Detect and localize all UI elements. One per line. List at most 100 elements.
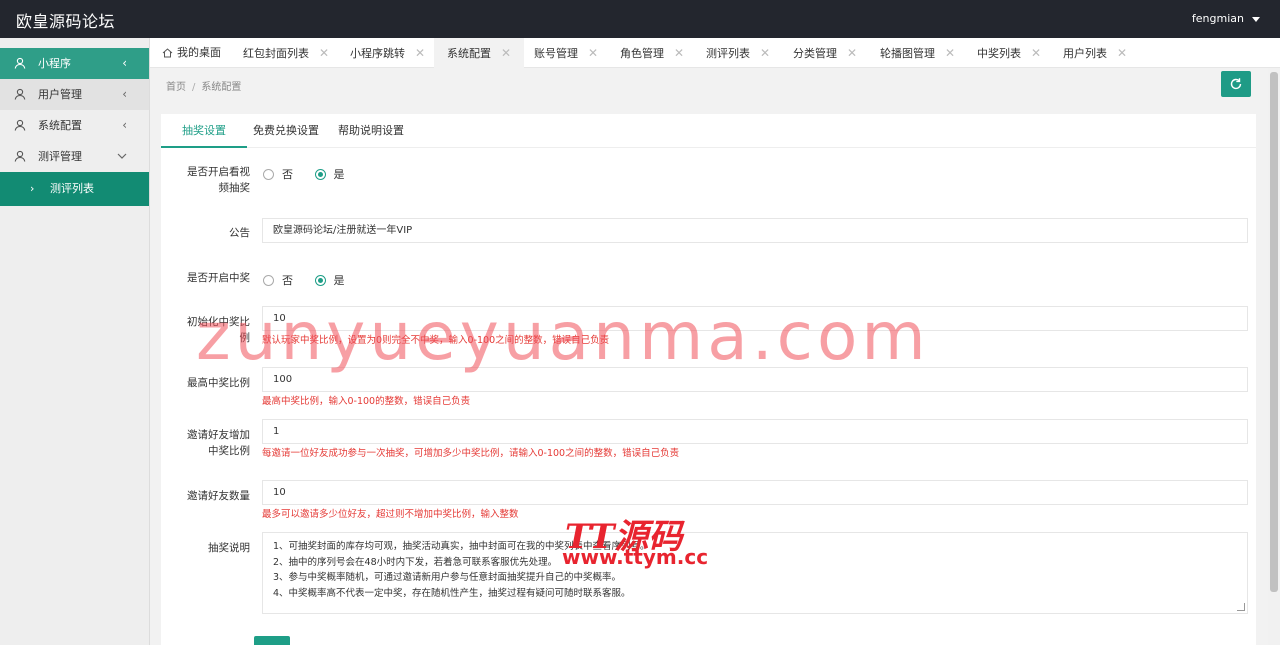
refresh-button[interactable] <box>1221 71 1251 97</box>
sidebar-item-label: 小程序 <box>38 57 71 70</box>
tab-label: 轮播图管理 <box>880 47 935 60</box>
breadcrumb-home[interactable]: 首页 <box>166 82 186 93</box>
close-icon[interactable]: ✕ <box>415 46 425 60</box>
top-header: 欧皇源码论坛 fengmian <box>0 0 1280 38</box>
radio-label: 是 <box>333 274 345 287</box>
breadcrumb-separator: / <box>192 82 196 93</box>
card-tabs: 抽奖设置 免费兑换设置 帮助说明设置 <box>161 114 1256 148</box>
description-textarea[interactable]: 1、可抽奖封面的库存均可观，抽奖活动真实，抽中封面可在我的中奖列表中查看序列号。… <box>262 532 1248 614</box>
invite-count-label: 邀请好友数量 <box>187 490 250 502</box>
radio-no[interactable]: 否 <box>263 166 293 182</box>
tab-role-management[interactable]: 角色管理 ✕ <box>620 38 684 68</box>
tab-label: 中奖列表 <box>977 47 1021 60</box>
description-label: 抽奖说明 <box>208 542 250 554</box>
tab-desktop[interactable]: 我的桌面 <box>162 38 221 68</box>
radio-circle[interactable] <box>263 169 274 180</box>
chevron-right-icon: › <box>30 182 35 195</box>
tab-label: 用户列表 <box>1063 47 1107 60</box>
close-icon[interactable]: ✕ <box>674 46 684 60</box>
video-lottery-radio-group: 否 是 <box>263 166 363 182</box>
tab-bar: 我的桌面 红包封面列表 ✕ 小程序跳转 ✕ 系统配置 ✕ 账号管理 ✕ 角色管理 ✕ 测评… <box>150 38 1280 68</box>
sidebar-item-label: 系统配置 <box>38 119 82 132</box>
scrollbar-thumb[interactable] <box>1270 72 1278 592</box>
tab-miniprogram-jump[interactable]: 小程序跳转 ✕ <box>350 38 425 68</box>
user-icon <box>14 119 26 131</box>
init-ratio-label: 初始化中奖比 例 <box>160 314 250 346</box>
label-line: 是否开启看视 <box>187 166 250 178</box>
max-ratio-input[interactable]: 100 <box>262 367 1248 392</box>
label-line: 频抽奖 <box>218 182 251 194</box>
init-ratio-input[interactable]: 10 <box>262 306 1248 331</box>
tab-redpacket-covers[interactable]: 红包封面列表 ✕ <box>243 38 329 68</box>
description-line: 3、参与中奖概率随机，可通过邀请新用户参与任意封面抽奖提升自己的中奖概率。 <box>273 572 622 583</box>
close-icon[interactable]: ✕ <box>319 46 329 60</box>
sidebar-item-miniprogram[interactable]: 小程序 ‹ <box>0 48 149 79</box>
tab-label: 分类管理 <box>793 47 837 60</box>
tab-carousel-management[interactable]: 轮播图管理 ✕ <box>880 38 955 68</box>
tab-winners-list[interactable]: 中奖列表 ✕ <box>977 38 1041 68</box>
sidebar-subitem-evaluation-list[interactable]: › 测评列表 <box>0 172 149 206</box>
invite-ratio-input[interactable]: 1 <box>262 419 1248 444</box>
close-icon[interactable]: ✕ <box>588 46 598 60</box>
sidebar-item-label: 测评管理 <box>38 150 82 163</box>
close-icon[interactable]: ✕ <box>501 46 511 60</box>
tab-evaluation-list[interactable]: 测评列表 ✕ <box>706 38 770 68</box>
user-icon <box>14 88 26 100</box>
tab-system-config[interactable]: 系统配置 ✕ <box>434 38 525 68</box>
user-icon <box>14 57 26 69</box>
user-menu[interactable]: fengmian <box>1192 12 1260 25</box>
tab-category-management[interactable]: 分类管理 ✕ <box>793 38 857 68</box>
max-ratio-hint: 最高中奖比例，输入0-100的整数，错误自己负责 <box>262 396 471 407</box>
video-lottery-label: 是否开启看视 频抽奖 <box>160 164 250 196</box>
description-line: 2、抽中的序列号会在48小时内下发，若着急可联系客服优先处理。 <box>273 556 558 568</box>
max-ratio-label: 最高中奖比例 <box>187 377 250 389</box>
close-icon[interactable]: ✕ <box>760 46 770 60</box>
submit-button[interactable] <box>254 636 290 645</box>
tab-help-settings[interactable]: 帮助说明设置 <box>338 114 404 148</box>
tab-label: 账号管理 <box>534 47 578 60</box>
app-logo-title[interactable]: 欧皇源码论坛 <box>16 8 115 32</box>
close-icon[interactable]: ✕ <box>1031 46 1041 60</box>
label-line: 中奖比例 <box>208 445 250 457</box>
user-icon <box>14 150 26 162</box>
close-icon[interactable]: ✕ <box>1117 46 1127 60</box>
sidebar-item-system-config[interactable]: 系统配置 ‹ <box>0 110 149 141</box>
breadcrumb: 首页 / 系统配置 <box>166 78 241 93</box>
chevron-down-icon <box>117 153 127 159</box>
tab-lottery-settings[interactable]: 抽奖设置 <box>161 114 247 148</box>
sidebar-item-user-management[interactable]: 用户管理 ‹ <box>0 79 149 110</box>
username[interactable]: fengmian <box>1192 12 1244 25</box>
chevron-left-icon: ‹ <box>122 118 127 132</box>
home-icon <box>162 48 173 58</box>
close-icon[interactable]: ✕ <box>847 46 857 60</box>
invite-count-input[interactable]: 10 <box>262 480 1248 505</box>
radio-circle-checked[interactable] <box>314 169 326 180</box>
tab-label: 角色管理 <box>620 47 664 60</box>
caret-down-icon[interactable] <box>1252 16 1260 22</box>
radio-label: 是 <box>333 168 345 181</box>
close-icon[interactable]: ✕ <box>945 46 955 60</box>
notice-label: 公告 <box>229 227 250 239</box>
notice-input[interactable]: 欧皇源码论坛/注册就送一年VIP <box>262 218 1248 243</box>
invite-ratio-hint: 每邀请一位好友成功参与一次抽奖，可增加多少中奖比例，请输入0-100之间的整数，… <box>262 448 680 459</box>
radio-yes[interactable]: 是 <box>314 166 345 182</box>
radio-yes[interactable]: 是 <box>314 272 345 288</box>
label-line: 初始化中奖比 <box>187 316 250 328</box>
tab-user-list[interactable]: 用户列表 ✕ <box>1063 38 1127 68</box>
radio-label: 否 <box>282 274 293 287</box>
sidebar-item-evaluation[interactable]: 测评管理 <box>0 141 149 172</box>
radio-label: 否 <box>282 168 293 181</box>
radio-circle[interactable] <box>263 275 274 286</box>
refresh-icon <box>1230 78 1242 90</box>
sidebar-item-label: 用户管理 <box>38 88 82 101</box>
radio-circle-checked[interactable] <box>314 275 326 286</box>
radio-no[interactable]: 否 <box>263 272 293 288</box>
tab-account-management[interactable]: 账号管理 ✕ <box>534 38 598 68</box>
resize-handle-icon[interactable] <box>1237 603 1245 611</box>
win-enabled-label: 是否开启中奖 <box>187 272 250 284</box>
win-enabled-radio-group: 否 是 <box>263 272 363 288</box>
invite-count-hint: 最多可以邀请多少位好友，超过则不增加中奖比例，输入整数 <box>262 509 519 520</box>
tab-free-exchange-settings[interactable]: 免费兑换设置 <box>253 114 319 148</box>
chevron-left-icon: ‹ <box>122 56 127 70</box>
